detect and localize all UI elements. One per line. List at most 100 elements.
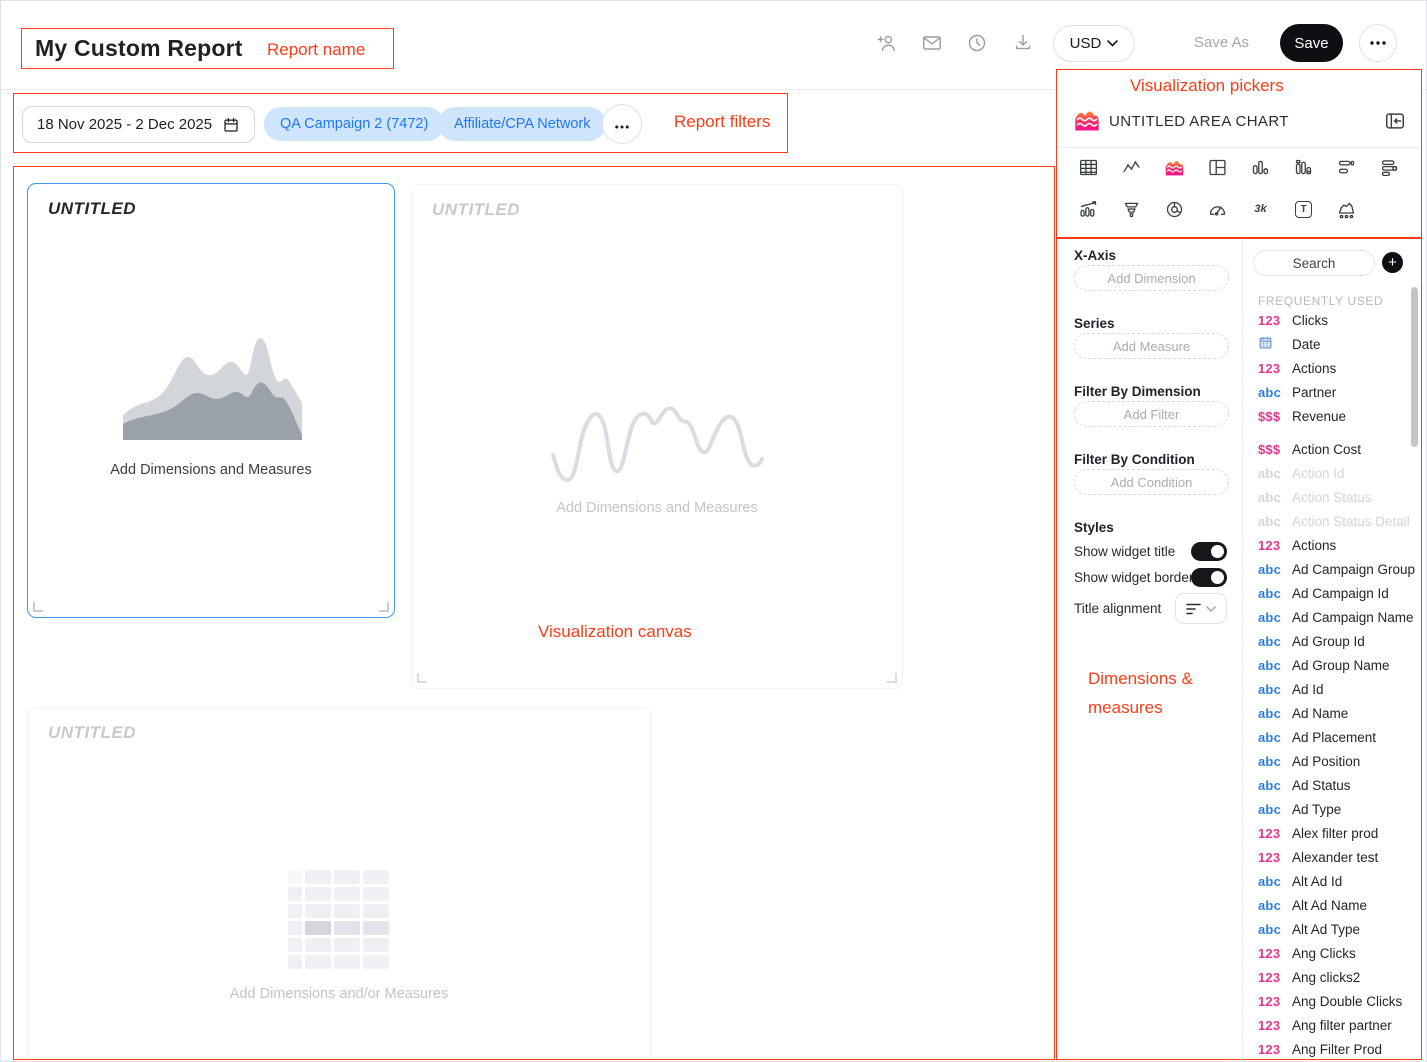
- field-item-actions[interactable]: 123Actions: [1258, 533, 1415, 557]
- viz-type-table[interactable]: [1077, 155, 1101, 179]
- field-item-alexander-test[interactable]: 123Alexander test: [1258, 845, 1415, 869]
- field-label: Ad Name: [1292, 706, 1348, 721]
- field-item-ad-campaign-name[interactable]: abcAd Campaign Name: [1258, 605, 1415, 629]
- field-item-clicks[interactable]: 123Clicks: [1258, 308, 1346, 332]
- currency-selector[interactable]: USD: [1053, 25, 1135, 62]
- title-alignment-dropdown[interactable]: [1175, 593, 1227, 624]
- text-type-prefix: abc: [1258, 490, 1285, 505]
- text-type-prefix: abc: [1258, 898, 1285, 913]
- field-item-action-id[interactable]: abcAction Id: [1258, 461, 1415, 485]
- resize-handle[interactable]: [379, 602, 389, 612]
- add-condition-button[interactable]: Add Condition: [1074, 469, 1229, 495]
- field-item-ad-name[interactable]: abcAd Name: [1258, 701, 1415, 725]
- save-button[interactable]: Save: [1280, 24, 1343, 62]
- field-label: Ad Placement: [1292, 730, 1376, 745]
- show-widget-title-toggle[interactable]: [1191, 542, 1227, 561]
- widget-line-chart[interactable]: UNTITLED Add Dimensions and Measures: [411, 184, 903, 689]
- add-user-icon[interactable]: [876, 32, 898, 54]
- field-label: Ang Filter Prod: [1292, 1042, 1382, 1057]
- dimensions-measures-panel: X-Axis Add Dimension Series Add Measure …: [1056, 238, 1422, 1060]
- number-type-prefix: 123: [1258, 826, 1285, 841]
- field-item-ad-position[interactable]: abcAd Position: [1258, 749, 1415, 773]
- save-as-button[interactable]: Save As: [1194, 34, 1249, 51]
- field-item-alt-ad-id[interactable]: abcAlt Ad Id: [1258, 869, 1415, 893]
- viz-type-gauge-chart[interactable]: [1206, 197, 1230, 221]
- viz-type-big-number[interactable]: 3k: [1249, 197, 1273, 221]
- field-item-ang-clicks[interactable]: 123Ang Clicks: [1258, 941, 1415, 965]
- number-type-prefix: 123: [1258, 970, 1285, 985]
- frequently-used-header: FREQUENTLY USED: [1258, 294, 1383, 308]
- field-item-ang-filter-partner[interactable]: 123Ang filter partner: [1258, 1013, 1415, 1037]
- field-item-ad-group-id[interactable]: abcAd Group Id: [1258, 629, 1415, 653]
- text-type-prefix: abc: [1258, 778, 1285, 793]
- report-builder-page: My Custom Report Report name USD Save As…: [0, 0, 1427, 1062]
- filter-chip-network[interactable]: Affiliate/CPA Network: [438, 107, 606, 141]
- field-item-ad-group-name[interactable]: abcAd Group Name: [1258, 653, 1415, 677]
- field-item-revenue[interactable]: $$$Revenue: [1258, 404, 1346, 428]
- field-item-action-status-detail[interactable]: abcAction Status Detail: [1258, 509, 1415, 533]
- viz-type-bar-line-chart[interactable]: [1077, 197, 1101, 221]
- field-item-action-status[interactable]: abcAction Status: [1258, 485, 1415, 509]
- field-item-ad-id[interactable]: abcAd Id: [1258, 677, 1415, 701]
- widget-title: UNTITLED: [432, 200, 520, 220]
- viz-type-donut-chart[interactable]: [1163, 197, 1187, 221]
- page-title[interactable]: My Custom Report: [35, 35, 243, 62]
- area-chart-icon: [1073, 106, 1101, 134]
- viz-type-horizontal-bar-chart[interactable]: [1335, 155, 1359, 179]
- show-widget-border-toggle[interactable]: [1191, 568, 1227, 587]
- field-item-alt-ad-type[interactable]: abcAlt Ad Type: [1258, 917, 1415, 941]
- widget-table[interactable]: UNTITLED Add Dimensions and/or Measures: [27, 707, 651, 1060]
- viz-type-stacked-bar-chart[interactable]: [1292, 155, 1316, 179]
- field-item-alex-filter-prod[interactable]: 123Alex filter prod: [1258, 821, 1415, 845]
- viz-type-combo-chart[interactable]: [1206, 155, 1230, 179]
- visualization-picker-panel: Visualization pickers UNTITLED AREA CHAR…: [1056, 69, 1422, 238]
- field-label: Alt Ad Name: [1292, 898, 1367, 913]
- field-item-ang-filter-prod[interactable]: 123 Ang Filter Prod: [1258, 1037, 1415, 1061]
- field-item-ad-type[interactable]: abcAd Type: [1258, 797, 1415, 821]
- viz-type-text-widget[interactable]: T: [1292, 197, 1316, 221]
- add-filter-button[interactable]: Add Filter: [1074, 401, 1229, 427]
- field-label: Ang Double Clicks: [1292, 994, 1402, 1009]
- add-dimension-button[interactable]: Add Dimension: [1074, 265, 1229, 291]
- resize-handle[interactable]: [417, 673, 427, 683]
- field-item-date[interactable]: Date: [1258, 332, 1346, 356]
- resize-handle[interactable]: [887, 673, 897, 683]
- text-type-prefix: abc: [1258, 802, 1285, 817]
- field-label: Action Cost: [1292, 442, 1361, 457]
- field-item-ad-placement[interactable]: abcAd Placement: [1258, 725, 1415, 749]
- viz-type-horizontal-stacked-bar-chart[interactable]: [1378, 155, 1402, 179]
- add-measure-button[interactable]: Add Measure: [1074, 333, 1229, 359]
- more-options-button[interactable]: [1359, 24, 1397, 62]
- table-placeholder: [288, 870, 389, 969]
- field-label: Ad Campaign Group: [1292, 562, 1415, 577]
- search-input[interactable]: [1253, 250, 1375, 276]
- viz-type-bar-chart[interactable]: [1249, 155, 1273, 179]
- viz-type-area-chart-selected[interactable]: [1163, 155, 1187, 179]
- more-filters-button[interactable]: [602, 104, 642, 144]
- field-item-ang-double-clicks[interactable]: 123Ang Double Clicks: [1258, 989, 1415, 1013]
- viz-type-map-chart[interactable]: [1335, 197, 1359, 221]
- date-range-picker[interactable]: 18 Nov 2025 - 2 Dec 2025: [22, 106, 255, 143]
- viz-type-line-chart[interactable]: [1120, 155, 1144, 179]
- resize-handle[interactable]: [33, 602, 43, 612]
- fields-scrollbar[interactable]: [1411, 287, 1418, 447]
- email-icon[interactable]: [921, 32, 943, 54]
- text-type-prefix: abc: [1258, 754, 1285, 769]
- field-item-ang-clicks2[interactable]: 123Ang clicks2: [1258, 965, 1415, 989]
- field-item-partner[interactable]: abcPartner: [1258, 380, 1346, 404]
- field-item-actions[interactable]: 123Actions: [1258, 356, 1346, 380]
- field-item-ad-campaign-group[interactable]: abcAd Campaign Group: [1258, 557, 1415, 581]
- schedule-icon[interactable]: [966, 32, 988, 54]
- collapse-panel-icon[interactable]: [1384, 110, 1406, 132]
- field-item-action-cost[interactable]: $$$Action Cost: [1258, 437, 1415, 461]
- text-type-prefix: abc: [1258, 586, 1285, 601]
- download-icon[interactable]: [1012, 32, 1034, 54]
- number-type-prefix: 123: [1258, 1042, 1285, 1057]
- filter-chip-campaign[interactable]: QA Campaign 2 (7472): [264, 107, 444, 141]
- add-field-button[interactable]: +: [1382, 252, 1403, 273]
- field-item-alt-ad-name[interactable]: abc Alt Ad Name: [1258, 893, 1415, 917]
- field-item-ad-campaign-id[interactable]: abcAd Campaign Id: [1258, 581, 1415, 605]
- viz-type-funnel-chart[interactable]: [1120, 197, 1144, 221]
- field-item-ad-status[interactable]: abcAd Status: [1258, 773, 1415, 797]
- widget-area-chart[interactable]: UNTITLED Add Dimensions and Measures: [27, 183, 395, 618]
